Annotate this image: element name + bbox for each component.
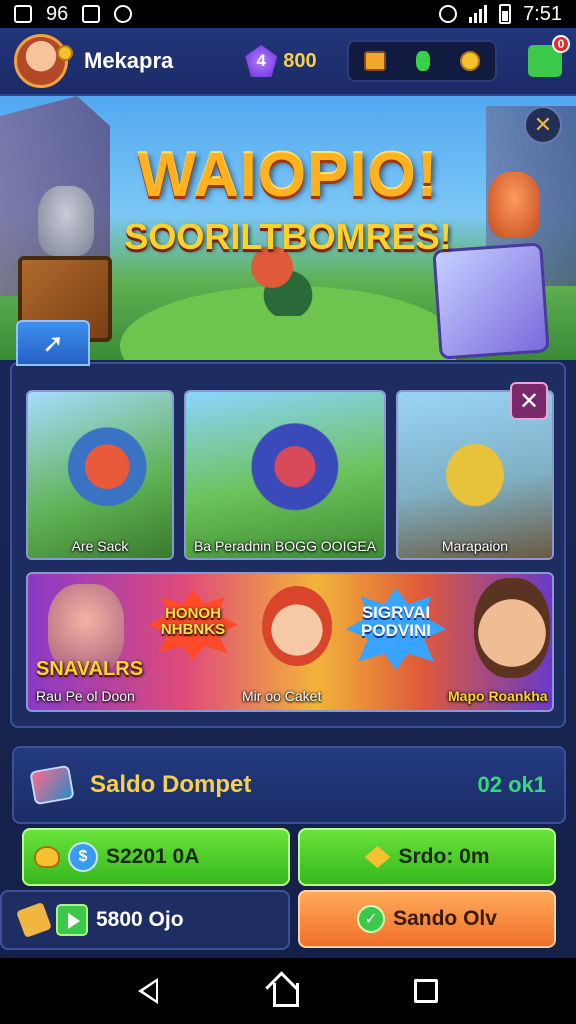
puzzle-icon[interactable]: 0 xyxy=(528,35,570,77)
promo-caption: Mapo Roankha xyxy=(448,688,548,704)
system-nav-bar xyxy=(0,958,576,1024)
gem-counter[interactable]: 4 800 xyxy=(245,45,317,77)
home-nav-icon[interactable] xyxy=(272,983,299,1007)
button-label: Srdo: 0m xyxy=(398,845,490,868)
check-icon: ✓ xyxy=(357,905,386,933)
promo-character-middle xyxy=(262,586,332,666)
game-card-art xyxy=(186,392,384,558)
wifi-icon xyxy=(469,5,488,23)
status-left-text: 96 xyxy=(46,2,69,25)
wallet-balance-bar: Saldo Dompet 02 ok1 xyxy=(12,746,566,824)
game-card[interactable]: Are Sack xyxy=(26,390,174,560)
promo-burst-left-text: HONOH NHBNKS xyxy=(160,605,226,638)
app-screen: 96 7:51 Mekapra 4 800 0 WAIOPIO! SOORILT… xyxy=(0,0,576,1024)
promo-caption: Rau Pe ol Doon xyxy=(36,688,135,704)
coin-icon xyxy=(459,51,480,71)
button-label: 5800 Ojo xyxy=(96,908,184,931)
clock-icon xyxy=(439,5,458,23)
button-label: Sando Olv xyxy=(393,907,497,930)
wallet-icon xyxy=(29,764,75,806)
balance-button-1[interactable]: $ S2201 0A xyxy=(22,828,290,886)
notification-badge: 0 xyxy=(552,35,570,53)
play-icon xyxy=(56,904,88,936)
alarm-icon xyxy=(114,5,133,23)
top-header: Mekapra 4 800 0 xyxy=(0,28,576,96)
promo-caption: Mir oo Caket xyxy=(242,688,322,704)
tools-icon[interactable]: ✕ xyxy=(524,106,562,144)
photo-icon xyxy=(14,5,32,23)
token-icon xyxy=(415,51,430,71)
balance-button-2[interactable]: Srdo: 0m xyxy=(298,828,556,886)
tag-icon xyxy=(364,846,391,868)
chest-icon xyxy=(363,51,386,71)
game-card[interactable]: Ba Peradnin BOGG OOIGEA xyxy=(184,390,386,560)
back-tab-button[interactable]: ➚ xyxy=(16,320,90,366)
back-nav-icon[interactable] xyxy=(137,978,158,1004)
banner-title: WAIOPIO! xyxy=(137,141,439,210)
promo-character-right xyxy=(474,578,550,678)
status-bar: 96 7:51 xyxy=(0,0,576,28)
gift-icon xyxy=(16,902,52,938)
promo-banner[interactable]: SNAVALRS HONOH NHBNKS SIGRVAI PODVINI Ra… xyxy=(26,572,554,712)
gem-icon: 4 xyxy=(245,45,278,77)
avatar[interactable] xyxy=(14,34,73,88)
username: Mekapra xyxy=(84,48,174,73)
gem-value: 800 xyxy=(283,49,317,72)
banner-subtitle: SOORILTBOMRES! xyxy=(124,216,452,257)
game-card-label: Marapaion xyxy=(441,538,509,554)
status-time: 7:51 xyxy=(523,2,562,25)
recent-apps-icon[interactable] xyxy=(414,979,439,1003)
arrow-icon: ➚ xyxy=(42,327,64,358)
machine-illustration xyxy=(432,242,550,360)
games-panel: Are Sack Ba Peradnin BOGG OOIGEA Marapai… xyxy=(10,362,566,728)
resource-box[interactable] xyxy=(346,40,497,82)
battery-icon xyxy=(499,4,512,24)
home-icon xyxy=(82,5,101,23)
coin-icon xyxy=(57,45,73,61)
wallet-amount: 02 ok1 xyxy=(477,772,547,797)
coins-icon xyxy=(34,846,60,868)
promo-burst-right-text: SIGRVAI PODVINI xyxy=(361,603,431,640)
blue-coin-icon: $ xyxy=(68,842,98,872)
balance-button-3[interactable]: 5800 Ojo xyxy=(0,890,290,950)
close-icon[interactable]: ✕ xyxy=(510,382,548,420)
game-card-label: Ba Peradnin BOGG OOIGEA xyxy=(193,538,377,554)
promo-left-title: SNAVALRS xyxy=(36,658,144,680)
status-left: 96 xyxy=(14,2,133,26)
game-card-label: Are Sack xyxy=(71,538,129,554)
wallet-title: Saldo Dompet xyxy=(90,771,252,798)
button-label: S2201 0A xyxy=(106,845,200,868)
status-right: 7:51 xyxy=(439,3,562,26)
game-card-art xyxy=(28,392,172,558)
balance-button-4[interactable]: ✓ Sando Olv xyxy=(298,890,556,948)
